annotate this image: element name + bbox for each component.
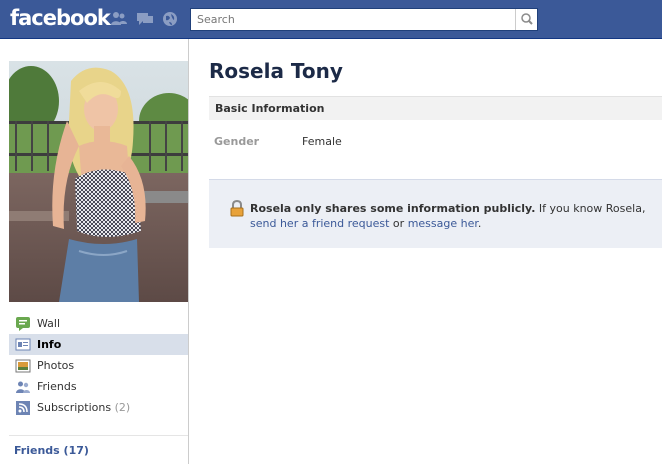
messages-icon[interactable] [136,11,154,27]
subscriptions-icon [15,400,31,416]
privacy-notice: Rosela only shares some information publ… [209,179,662,248]
nav-item-info[interactable]: Info [9,334,188,355]
search-button[interactable] [515,9,537,30]
divider [9,435,188,436]
profile-picture[interactable] [9,61,188,302]
search-input[interactable] [191,9,511,30]
profile-name: Rosela Tony [209,59,343,83]
notifications-icon[interactable] [161,11,179,27]
nav-item-label: Subscriptions [37,401,112,414]
search-icon [521,13,533,25]
send-friend-request-link[interactable]: send her a friend request [250,217,389,230]
nav-item-wall[interactable]: Wall [9,313,188,334]
nav-item-label: Friends [37,380,77,393]
message-her-link[interactable]: message her [408,217,478,230]
nav-item-label: Wall [37,317,61,330]
info-icon [15,337,31,353]
gender-label: Gender [214,135,260,148]
wall-icon [15,316,31,332]
notice-bold: Rosela only shares some information publ… [250,202,536,215]
friends-icon [15,379,31,395]
friend-requests-icon[interactable] [110,11,128,27]
notice-text-1: If you know Rosela, [535,202,646,215]
notice-text: Rosela only shares some information publ… [250,201,662,231]
facebook-logo[interactable]: facebook [10,6,111,30]
nav-item-subscriptions[interactable]: Subscriptions (2) [9,397,188,418]
gender-value: Female [302,135,342,148]
basic-info-heading: Basic Information [209,96,662,120]
nav-item-label: Info [37,338,62,351]
nav-item-photos[interactable]: Photos [9,355,188,376]
nav-item-label: Photos [37,359,75,372]
search-box [190,8,538,31]
friends-heading[interactable]: Friends (17) [14,444,89,457]
lock-icon [229,199,245,217]
top-bar: facebook [0,0,662,39]
notice-text-2: or [389,217,408,230]
nav-item-friends[interactable]: Friends [9,376,188,397]
left-column: Wall Info Photos Friends Subscriptions (… [0,39,189,464]
subscriptions-count: (2) [114,401,131,414]
profile-nav: Wall Info Photos Friends Subscriptions (… [9,313,188,418]
notice-text-3: . [477,217,482,230]
photos-icon [15,358,31,374]
